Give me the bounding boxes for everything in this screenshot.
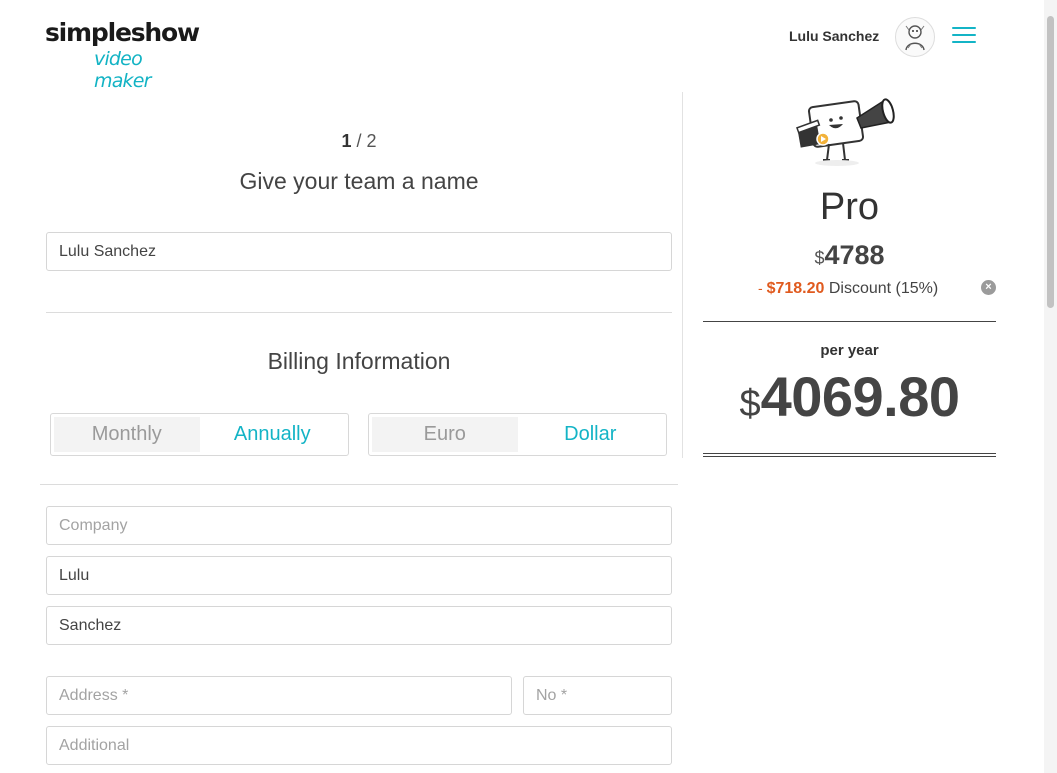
page-scrollbar[interactable] (1044, 0, 1057, 773)
discount-label: Discount (15%) (828, 280, 939, 297)
hamburger-line (952, 41, 976, 43)
logo-wordmark: simpleshow (45, 18, 200, 47)
section-divider (40, 484, 678, 485)
monthly-option[interactable]: Monthly (54, 417, 200, 452)
team-name-title: Give your team a name (239, 168, 479, 194)
step-separator: / (351, 131, 367, 151)
address-field[interactable]: Address * (46, 676, 512, 715)
plan-price: $4788 (703, 240, 996, 271)
company-field[interactable]: Company (46, 506, 672, 545)
hamburger-icon[interactable] (952, 27, 976, 47)
team-name-input[interactable]: Lulu Sanchez (46, 232, 672, 271)
hamburger-line (952, 34, 976, 36)
avatar-icon (905, 25, 925, 51)
step-current: 1 (341, 131, 352, 151)
scrollbar-thumb[interactable] (1047, 16, 1054, 308)
per-year-label: per year (820, 342, 879, 359)
price-rule (703, 321, 996, 322)
discount-amount: $718.20 (766, 280, 825, 297)
simpleshow-logo[interactable]: simpleshow video maker (45, 18, 200, 92)
euro-option[interactable]: Euro (372, 417, 518, 452)
megaphone-mascot (795, 92, 905, 168)
plan-name: Pro (819, 186, 880, 228)
logo-subtitle: video maker (94, 48, 151, 92)
discount-minus: - (758, 280, 767, 296)
total-amount: 4069.80 (760, 365, 960, 428)
total-price: $4069.80 (703, 364, 996, 429)
discount-line: - $718.20 Discount (15%) (758, 280, 938, 298)
column-divider (682, 92, 683, 458)
last-name-field[interactable]: Sanchez (46, 606, 672, 645)
close-circle-icon[interactable]: × (981, 280, 996, 295)
annually-option[interactable]: Annually (199, 417, 345, 452)
additional-address-field[interactable]: Additional (46, 726, 672, 765)
section-divider (46, 312, 672, 313)
price-currency: $ (814, 248, 825, 268)
step-indicator: 1 / 2 (46, 131, 672, 152)
user-name: Lulu Sanchez (789, 28, 880, 44)
billing-title: Billing Information (267, 348, 451, 374)
price-amount: 4788 (824, 240, 885, 270)
total-rule-top (703, 453, 996, 454)
total-rule-bottom (703, 456, 996, 457)
step-total: 2 (366, 131, 377, 151)
house-number-field[interactable]: No * (523, 676, 672, 715)
total-currency: $ (739, 383, 761, 425)
currency-toggle[interactable]: Euro Dollar (368, 413, 667, 456)
hamburger-line (952, 27, 976, 29)
dollar-option[interactable]: Dollar (517, 417, 663, 452)
first-name-field[interactable]: Lulu (46, 556, 672, 595)
user-avatar[interactable] (895, 17, 935, 57)
billing-period-toggle[interactable]: Monthly Annually (50, 413, 349, 456)
